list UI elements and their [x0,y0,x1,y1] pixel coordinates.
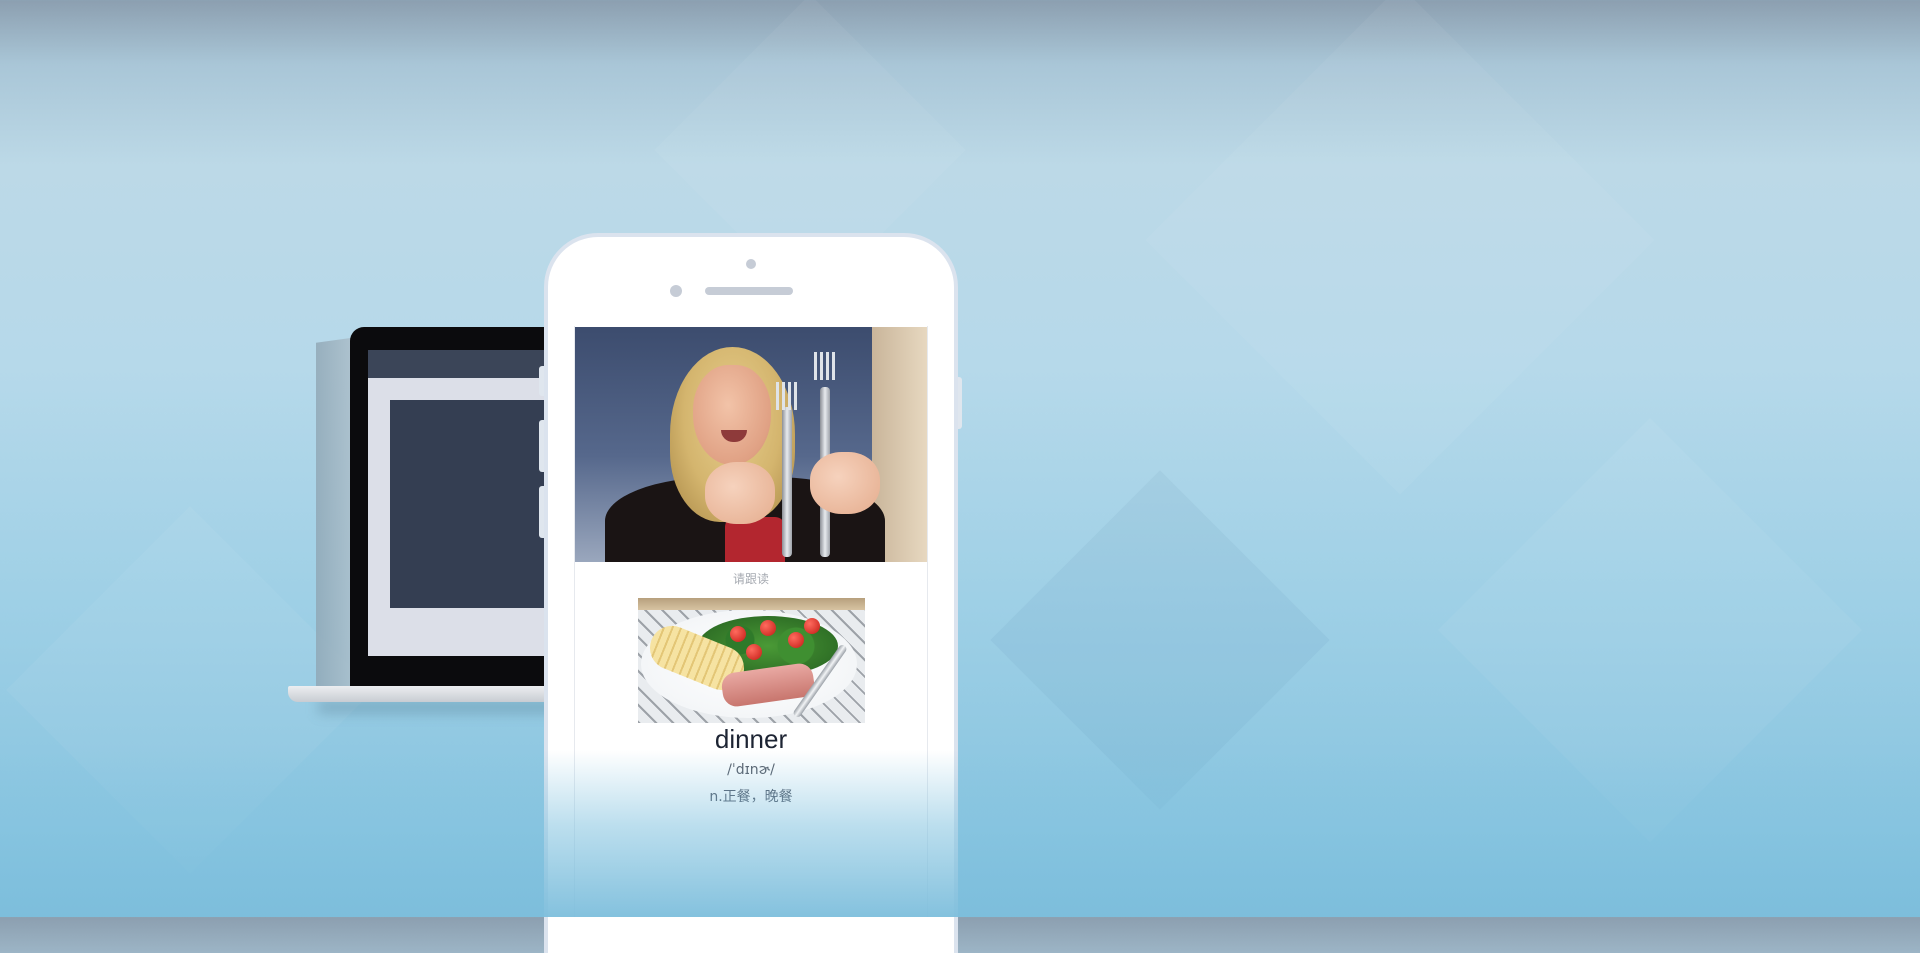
earpiece-icon [705,287,793,295]
food-tomato [746,644,762,660]
background-facet [990,470,1330,810]
background-facet [1145,0,1655,495]
vocab-meaning: n.正餐，晚餐 [709,789,793,805]
video-person-hand-left [705,462,775,524]
dinner-picture [638,598,865,723]
background-facet [1437,417,1863,843]
vocab-phonetic: /ˈdɪnɚ/ [727,762,775,778]
laptop-shadow [318,700,558,714]
laptop-screen-panel [390,400,558,608]
food-tomato [788,632,804,648]
sensor-icon [670,285,682,297]
fork-right-tines [814,352,836,380]
front-camera-icon [746,259,756,269]
food-table [638,598,865,610]
laptop-base [288,686,558,702]
video-person-face [693,365,771,465]
fork-left [782,407,792,557]
teacher-video[interactable] [575,327,927,562]
laptop-screen-header [368,350,558,378]
video-person-hand-right [810,452,880,514]
follow-read-prompt: 请跟读 [732,572,769,586]
vocab-word: dinner [714,724,788,754]
food-tomato [730,626,746,642]
food-tomato [804,618,820,634]
food-tomato [760,620,776,636]
fork-left-tines [776,382,798,410]
